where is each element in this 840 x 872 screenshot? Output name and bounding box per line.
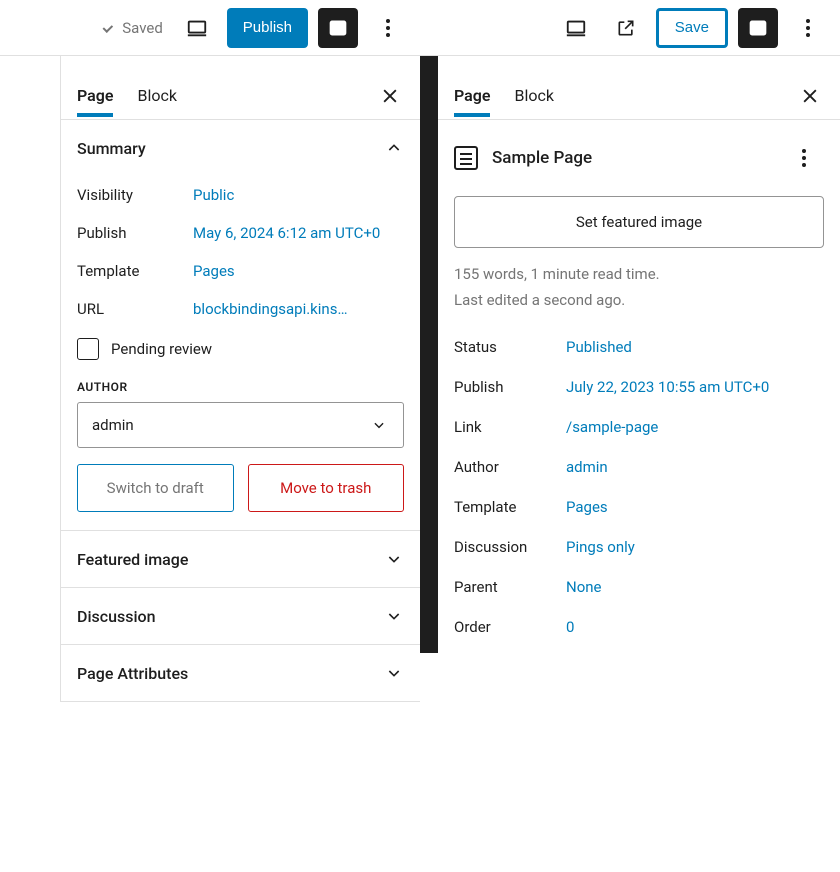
dots-vertical-icon [386, 19, 390, 37]
panel-discussion-title: Discussion [77, 607, 156, 626]
saved-label: Saved [122, 19, 163, 37]
parent-label: Parent [454, 578, 566, 596]
publish-value[interactable]: July 22, 2023 10:55 am UTC+0 [566, 378, 824, 396]
save-button-label: Save [675, 19, 709, 36]
panel-featured-image-toggle[interactable]: Featured image [61, 531, 420, 587]
tab-page[interactable]: Page [454, 74, 490, 117]
url-value[interactable]: blockbindingsapi.kins… [193, 300, 383, 318]
visibility-label: Visibility [77, 186, 185, 204]
last-edited-text: Last edited a second ago. [454, 288, 824, 314]
chevron-up-icon [384, 138, 404, 158]
pending-review-label: Pending review [111, 340, 212, 358]
template-value[interactable]: Pages [566, 498, 824, 516]
publish-button[interactable]: Publish [227, 8, 308, 48]
move-to-trash-label: Move to trash [280, 479, 371, 497]
panel-page-attributes-title: Page Attributes [77, 664, 188, 683]
order-label: Order [454, 618, 566, 636]
page-card-header: Sample Page [438, 120, 840, 186]
template-label: Template [454, 498, 566, 516]
page-meta: 155 words, 1 minute read time. Last edit… [438, 262, 840, 321]
author-select-value: admin [92, 416, 134, 434]
sidebar-right: Page Block Sample Page Set featured imag… [420, 56, 840, 653]
save-button[interactable]: Save [656, 8, 728, 48]
visibility-value[interactable]: Public [193, 186, 404, 204]
set-featured-image-button[interactable]: Set featured image [454, 196, 824, 248]
saved-status: Saved [100, 19, 163, 37]
tab-block[interactable]: Block [137, 74, 176, 117]
panel-summary: Summary Visibility Public Publish May 6,… [61, 120, 420, 531]
discussion-value[interactable]: Pings only [566, 538, 824, 556]
close-sidebar-button[interactable] [796, 82, 824, 110]
more-menu-button[interactable] [368, 8, 408, 48]
view-page-button[interactable] [606, 8, 646, 48]
author-select[interactable]: admin [77, 402, 404, 448]
toolbar-right: Save [420, 0, 840, 56]
panel-summary-body: Visibility Public Publish May 6, 2024 6:… [61, 176, 420, 530]
author-value[interactable]: admin [566, 458, 824, 476]
word-count-text: 155 words, 1 minute read time. [454, 262, 824, 288]
more-menu-button[interactable] [788, 8, 828, 48]
page-icon [454, 146, 478, 170]
chevron-down-icon [369, 415, 389, 435]
template-label: Template [77, 262, 185, 280]
url-label: URL [77, 300, 185, 318]
preview-button[interactable] [556, 8, 596, 48]
link-value[interactable]: /sample-page [566, 418, 824, 436]
publish-button-label: Publish [243, 19, 292, 36]
close-sidebar-button[interactable] [376, 82, 404, 110]
panel-summary-toggle[interactable]: Summary [61, 120, 420, 176]
editor-right-pane: Save Page Block Sample Page [420, 0, 840, 872]
tab-block[interactable]: Block [514, 74, 553, 117]
publish-label: Publish [77, 224, 185, 242]
panel-page-attributes-toggle[interactable]: Page Attributes [61, 645, 420, 701]
toolbar-left: Saved Publish [0, 0, 420, 56]
publish-label: Publish [454, 378, 566, 396]
panel-discussion: Discussion [61, 588, 420, 645]
sidebar-toggle-button[interactable] [738, 8, 778, 48]
panel-page-attributes: Page Attributes [61, 645, 420, 702]
pending-review-checkbox[interactable] [77, 338, 99, 360]
chevron-down-icon [384, 549, 404, 569]
panel-discussion-toggle[interactable]: Discussion [61, 588, 420, 644]
panel-featured-image: Featured image [61, 531, 420, 588]
status-value[interactable]: Published [566, 338, 824, 356]
dots-vertical-icon [802, 149, 806, 167]
author-label: Author [454, 458, 566, 476]
parent-value[interactable]: None [566, 578, 824, 596]
switch-to-draft-button[interactable]: Switch to draft [77, 464, 234, 512]
move-to-trash-button[interactable]: Move to trash [248, 464, 405, 512]
preview-button[interactable] [177, 8, 217, 48]
chevron-down-icon [384, 663, 404, 683]
link-label: Link [454, 418, 566, 436]
chevron-down-icon [384, 606, 404, 626]
switch-to-draft-label: Switch to draft [107, 479, 204, 497]
tabs-left: Page Block [61, 72, 420, 120]
order-value[interactable]: 0 [566, 618, 824, 636]
tab-page[interactable]: Page [77, 74, 113, 117]
tabs-right: Page Block [438, 72, 840, 120]
template-value[interactable]: Pages [193, 262, 404, 280]
page-title: Sample Page [492, 148, 592, 168]
panel-featured-image-title: Featured image [77, 550, 188, 569]
dots-vertical-icon [806, 19, 810, 37]
author-heading: AUTHOR [77, 380, 404, 394]
status-label: Status [454, 338, 566, 356]
panel-summary-title: Summary [77, 139, 146, 158]
editor-left-pane: Saved Publish Page Block [0, 0, 420, 872]
page-properties: StatusPublished PublishJuly 22, 2023 10:… [438, 321, 840, 653]
sidebar-toggle-button[interactable] [318, 8, 358, 48]
set-featured-image-label: Set featured image [576, 213, 702, 231]
page-actions-button[interactable] [784, 138, 824, 178]
discussion-label: Discussion [454, 538, 566, 556]
check-icon [100, 20, 116, 36]
sidebar-left: Page Block Summary Visibility Publ [60, 56, 420, 702]
publish-value[interactable]: May 6, 2024 6:12 am UTC+0 [193, 224, 404, 242]
